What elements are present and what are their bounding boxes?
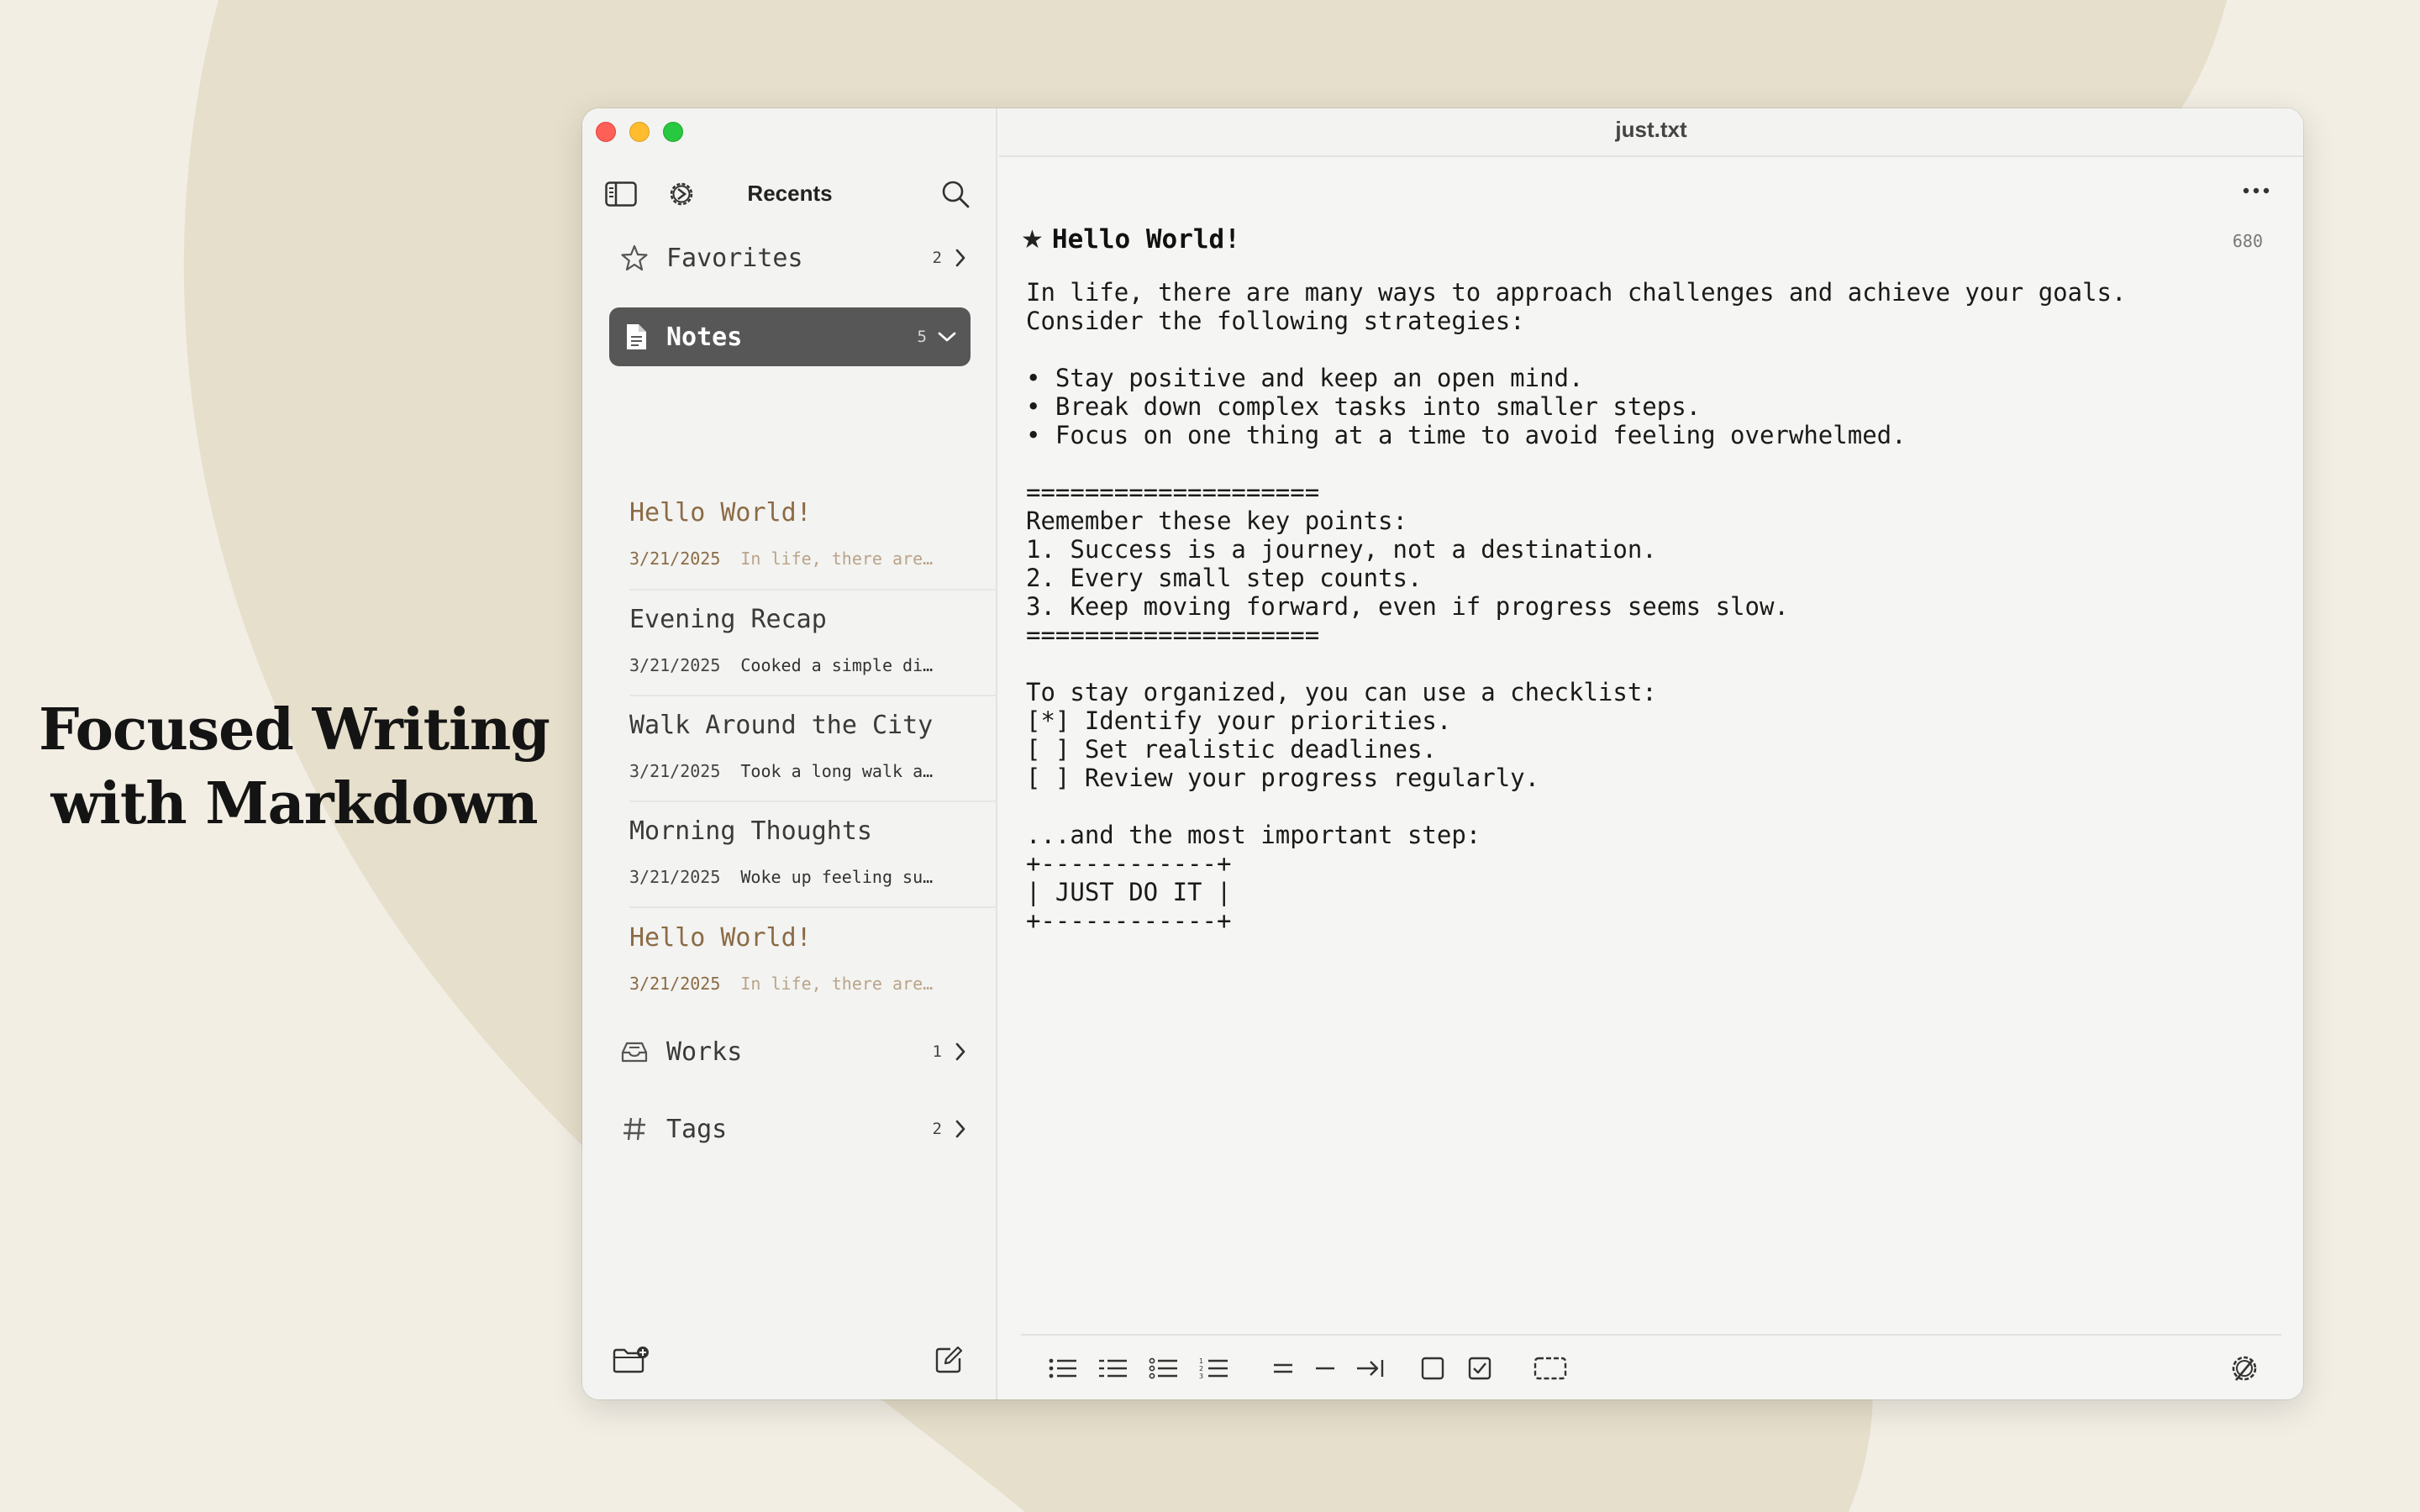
minimize-window-button[interactable]: [629, 122, 650, 142]
word-count: 680: [2232, 231, 2263, 251]
note-title: Walk Around the City: [629, 711, 934, 740]
note-title: Evening Recap: [629, 605, 827, 634]
note-snippet: Cooked a simple di…: [740, 655, 934, 675]
sidebar-title: Recents: [747, 181, 833, 206]
app-window: Recents Favorites 2 Notes 5 Hello World!…: [582, 108, 2303, 1399]
title-bar: just.txt: [999, 108, 2303, 157]
note-date: 3/21/2025: [629, 655, 721, 675]
chevron-down-icon: [935, 327, 959, 347]
bullet-list-icon[interactable]: [1044, 1352, 1081, 1385]
chevron-right-icon: [950, 248, 971, 268]
note-list-item[interactable]: Walk Around the City 3/21/2025 Took a lo…: [629, 704, 982, 810]
note-title: Hello World!: [629, 923, 812, 953]
note-list-item[interactable]: Hello World! 3/21/2025 In life, there ar…: [629, 916, 982, 1022]
more-options-icon[interactable]: [2236, 174, 2276, 207]
divider: [629, 906, 997, 908]
sidebar-section-favorites[interactable]: Favorites 2: [609, 231, 971, 285]
note-list-item[interactable]: Hello World! 3/21/2025 In life, there ar…: [629, 491, 982, 597]
new-note-icon[interactable]: [929, 1343, 969, 1377]
sidebar-section-tags[interactable]: Tags 2: [609, 1102, 971, 1156]
notes-count: 5: [917, 328, 927, 346]
sidebar-toolbar: Recents: [582, 169, 997, 216]
svg-text:1: 1: [1199, 1357, 1203, 1365]
note-meta: 3/21/2025 Cooked a simple di…: [629, 655, 933, 675]
note-list-item[interactable]: Evening Recap 3/21/2025 Cooked a simple …: [629, 598, 982, 704]
chevron-right-icon: [950, 1119, 971, 1139]
document-icon: [619, 320, 653, 354]
document-title-text: Hello World!: [1051, 224, 1240, 255]
note-snippet: In life, there are…: [740, 549, 934, 569]
close-window-button[interactable]: [596, 122, 616, 142]
dash-list-icon[interactable]: [1095, 1352, 1132, 1385]
divider: [629, 695, 997, 696]
numbered-list-icon[interactable]: 123: [1196, 1352, 1233, 1385]
works-label: Works: [666, 1037, 743, 1067]
note-title: Morning Thoughts: [629, 816, 872, 846]
note-date: 3/21/2025: [629, 974, 721, 994]
document-title: ★ Hello World!: [1021, 224, 1240, 255]
maximize-window-button[interactable]: [663, 122, 683, 142]
tags-count: 2: [932, 1120, 942, 1138]
editor-pane: just.txt ★ Hello World! 680 In life, the…: [999, 108, 2303, 1399]
note-meta: 3/21/2025 Took a long walk a…: [629, 761, 933, 781]
box-frame-icon[interactable]: [1532, 1352, 1569, 1385]
svg-text:3: 3: [1199, 1373, 1203, 1380]
star-outline-icon: [618, 241, 651, 275]
hashtag-icon: [618, 1112, 651, 1146]
note-meta: 3/21/2025 Woke up feeling su…: [629, 867, 933, 887]
checkbox-checked-icon[interactable]: [1461, 1352, 1498, 1385]
note-date: 3/21/2025: [629, 761, 721, 781]
note-snippet: Woke up feeling su…: [740, 867, 934, 887]
sidebar-section-works[interactable]: Works 1: [609, 1025, 971, 1079]
headline-line-1: Focused Writing: [39, 696, 550, 764]
divider: [629, 801, 997, 802]
search-icon[interactable]: [939, 177, 972, 211]
new-folder-icon[interactable]: [611, 1343, 651, 1377]
document-body[interactable]: In life, there are many ways to approach…: [1026, 278, 2270, 935]
chevron-right-icon: [950, 1042, 971, 1062]
format-toolbar: 123: [999, 1352, 2303, 1385]
favorites-count: 2: [932, 249, 942, 267]
sidebar-section-notes[interactable]: Notes 5: [609, 307, 971, 366]
note-list-item[interactable]: Morning Thoughts 3/21/2025 Woke up feeli…: [629, 810, 982, 916]
note-snippet: In life, there are…: [740, 974, 934, 994]
favorite-star-icon[interactable]: ★: [1021, 225, 1044, 255]
checkbox-empty-icon[interactable]: [1414, 1352, 1451, 1385]
svg-text:2: 2: [1199, 1365, 1203, 1373]
works-count: 1: [932, 1042, 942, 1061]
tray-icon: [618, 1035, 651, 1068]
note-date: 3/21/2025: [629, 867, 721, 887]
headline-line-2: with Markdown: [50, 770, 538, 837]
note-title: Hello World!: [629, 498, 812, 528]
note-meta: 3/21/2025 In life, there are…: [629, 549, 933, 569]
note-meta: 3/21/2025 In life, there are…: [629, 974, 933, 994]
sidebar: Recents Favorites 2 Notes 5 Hello World!…: [582, 108, 997, 1399]
double-line-divider-icon[interactable]: [1265, 1352, 1302, 1385]
divider: [629, 589, 997, 591]
file-name: just.txt: [1615, 117, 1687, 142]
line-divider-icon[interactable]: [1307, 1352, 1344, 1385]
note-date: 3/21/2025: [629, 549, 721, 569]
note-snippet: Took a long walk a…: [740, 761, 934, 781]
indent-icon[interactable]: [1352, 1352, 1389, 1385]
favorites-label: Favorites: [666, 243, 803, 273]
headline: Focused Writing with Markdown: [25, 693, 563, 841]
circle-list-icon[interactable]: [1145, 1352, 1182, 1385]
window-controls: [596, 122, 683, 142]
tags-label: Tags: [666, 1114, 728, 1144]
notes-label: Notes: [666, 322, 743, 352]
theme-settings-icon[interactable]: [2226, 1352, 2263, 1385]
format-toolbar-divider: [1021, 1334, 2281, 1336]
